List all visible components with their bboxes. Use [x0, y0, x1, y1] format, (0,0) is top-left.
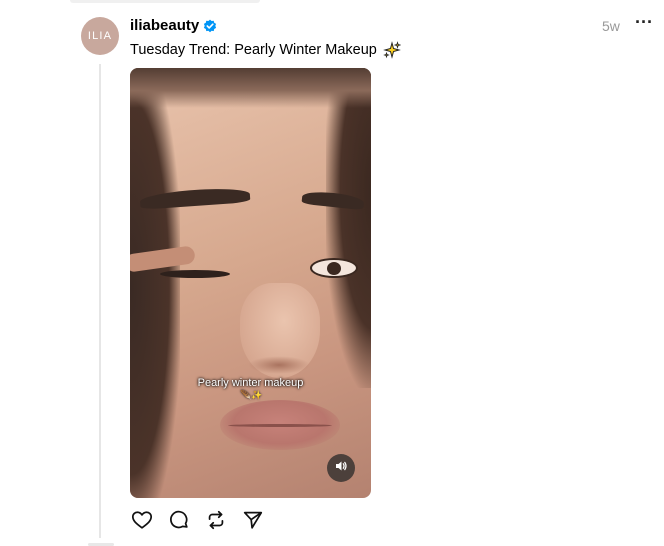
send-icon [242, 509, 264, 536]
comment-icon [168, 509, 190, 536]
like-button[interactable] [130, 510, 154, 534]
verified-badge-icon [203, 19, 217, 33]
more-options-button[interactable]: ··· [634, 13, 654, 35]
avatar-logo-text: ILIA [87, 30, 113, 42]
comment-button[interactable] [167, 510, 191, 534]
post-header: iliabeauty [130, 17, 217, 34]
repost-icon [205, 509, 227, 536]
thread-line [99, 64, 101, 538]
post-video[interactable]: Pearly winter makeup 🪶✨ [130, 68, 371, 498]
post-timestamp[interactable]: 5w [602, 18, 620, 34]
heart-icon [131, 509, 153, 536]
video-frame-lipline [228, 424, 332, 427]
video-frame-eye [310, 258, 358, 278]
sparkles-icon [382, 41, 402, 59]
repost-button[interactable] [204, 510, 228, 534]
avatar[interactable]: ILIA [81, 17, 119, 55]
sound-toggle-button[interactable] [327, 454, 355, 482]
video-frame-nostril [248, 356, 310, 374]
post-actions [130, 510, 265, 534]
video-frame-eye [160, 270, 230, 278]
previous-post-edge [70, 0, 260, 3]
video-overlay-emoji: 🪶✨ [240, 390, 263, 400]
video-overlay-caption: Pearly winter makeup [197, 377, 304, 389]
share-button[interactable] [241, 510, 265, 534]
video-frame-hair [326, 68, 371, 388]
username[interactable]: iliabeauty [130, 17, 199, 34]
post-caption: Tuesday Trend: Pearly Winter Makeup [130, 41, 402, 59]
speaker-icon [334, 459, 348, 478]
caption-text: Tuesday Trend: Pearly Winter Makeup [130, 42, 377, 58]
video-frame-hair [130, 68, 371, 108]
video-frame-hair [130, 68, 180, 498]
